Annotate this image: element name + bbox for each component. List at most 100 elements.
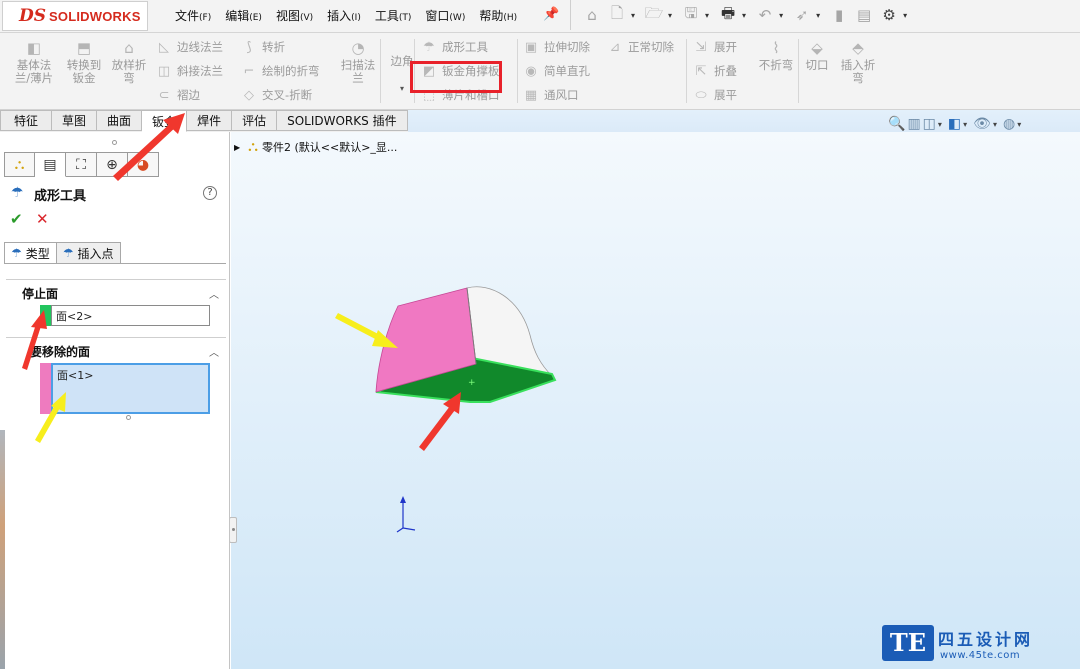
chevron-down-icon[interactable]: ▾ xyxy=(903,11,907,20)
tab-features[interactable]: 特征 xyxy=(0,110,52,131)
extruded-cut-icon: ▣ xyxy=(522,40,540,55)
edge-flange-button[interactable]: ◺边线法兰 xyxy=(155,37,223,57)
select-cursor-icon[interactable]: ➶ xyxy=(791,4,813,26)
ribbon-separator xyxy=(686,39,687,103)
title-bar: DS SOLIDWORKS 文件(F) 编辑(E) 视图(V) 插入(I) 工具… xyxy=(0,0,1080,33)
watermark-url: www.45te.com xyxy=(940,650,1020,661)
cancel-x-icon[interactable]: ✕ xyxy=(36,210,49,228)
chevron-down-icon[interactable]: ▾ xyxy=(816,11,820,20)
forming-tool-button[interactable]: ☂成形工具 xyxy=(420,37,488,57)
pane-resize-handle[interactable] xyxy=(112,140,117,145)
simple-hole-button[interactable]: ◉简单直孔 xyxy=(522,61,590,81)
tab-sketch[interactable]: 草图 xyxy=(52,110,97,131)
group-divider xyxy=(6,279,226,280)
insert-bends-button[interactable]: ⬘插入折 弯 xyxy=(832,39,884,85)
origin-plus: + xyxy=(468,378,476,388)
hide-show-icon[interactable]: 👁 xyxy=(973,116,991,132)
chevron-down-icon[interactable]: ▾ xyxy=(779,11,783,20)
tab-surfaces[interactable]: 曲面 xyxy=(97,110,142,131)
expand-arrow-icon[interactable]: ▶ xyxy=(234,143,240,152)
menu-tools[interactable]: 工具(T) xyxy=(368,7,419,24)
ds-logo-mark: DS xyxy=(19,6,46,26)
featuremanager-tab[interactable]: ⛬ xyxy=(4,152,35,177)
propertymanager-tab[interactable]: ▤ xyxy=(35,152,66,177)
graphics-area[interactable]: + xyxy=(231,132,1080,669)
solidworks-logo[interactable]: DS SOLIDWORKS xyxy=(2,1,148,31)
zoom-to-fit-icon[interactable]: 🔍 xyxy=(888,116,905,132)
section-view-icon[interactable]: ▥ xyxy=(907,116,920,132)
jog-icon: ⟆ xyxy=(240,40,258,55)
fold-button[interactable]: ⇱折叠 xyxy=(692,61,737,81)
options-gear-icon[interactable]: ⚙ xyxy=(878,4,900,26)
tab-sheet-metal[interactable]: 钣金 xyxy=(142,110,187,132)
base-flange-icon: ◧ xyxy=(25,39,43,57)
feature-tree-root[interactable]: ▶ ⛬ 零件2 (默认<<默认>_显... xyxy=(234,139,397,155)
menu-window[interactable]: 窗口(W) xyxy=(418,7,472,24)
dimxpertmanager-tab[interactable]: ⊕ xyxy=(97,152,128,177)
print-icon[interactable]: 🖶 xyxy=(717,4,739,26)
lofted-bend-button[interactable]: ⌂放样折 弯 xyxy=(103,39,155,85)
lofted-bend-icon: ⌂ xyxy=(120,39,138,57)
sketched-bend-button[interactable]: ⌐绘制的折弯 xyxy=(240,61,320,81)
flatten-button[interactable]: ⬭展平 xyxy=(692,85,737,105)
displaymanager-tab[interactable]: ◕ xyxy=(128,152,159,177)
normal-cut-icon: ⊿ xyxy=(606,40,624,55)
miter-flange-button[interactable]: ◫斜接法兰 xyxy=(155,61,223,81)
chevron-down-icon[interactable]: ▾ xyxy=(668,11,672,20)
subtab-insert-point[interactable]: ☂插入点 xyxy=(57,242,121,264)
home-icon[interactable]: ⌂ xyxy=(581,4,603,26)
menu-help[interactable]: 帮助(H) xyxy=(472,7,524,24)
propertymanager-icon: ▤ xyxy=(43,157,56,173)
tab-evaluate[interactable]: 评估 xyxy=(232,110,277,131)
hem-button[interactable]: ⊂褶边 xyxy=(155,85,200,105)
watermark-site-name: 四五设计网 xyxy=(938,626,1033,650)
menu-edit[interactable]: 编辑(E) xyxy=(218,7,269,24)
chevron-down-icon[interactable]: ▾ xyxy=(1017,120,1021,129)
base-flange-button[interactable]: ◧基体法 兰/薄片 xyxy=(8,39,60,85)
ribbon-separator xyxy=(517,39,518,103)
rebuild-icon[interactable]: ▮ xyxy=(828,4,850,26)
vent-icon: ▦ xyxy=(522,88,540,103)
chevron-down-icon[interactable]: ▾ xyxy=(963,120,967,129)
chevron-down-icon[interactable]: ▾ xyxy=(631,11,635,20)
ok-checkmark-icon[interactable]: ✔ xyxy=(10,210,23,228)
chevron-down-icon[interactable]: ▾ xyxy=(705,11,709,20)
file-properties-icon[interactable]: ▤ xyxy=(853,4,875,26)
vent-button[interactable]: ▦通风口 xyxy=(522,85,579,105)
cross-break-button[interactable]: ◇交叉-折断 xyxy=(240,85,312,105)
chevron-down-icon[interactable]: ▾ xyxy=(742,11,746,20)
undo-icon[interactable]: ↶ xyxy=(754,4,776,26)
configurationmanager-tab[interactable]: ⛶ xyxy=(66,152,97,177)
unfold-button[interactable]: ⇲展开 xyxy=(692,37,737,57)
display-style-icon[interactable]: ◧ xyxy=(948,116,961,132)
normal-cut-button[interactable]: ⊿正常切除 xyxy=(606,37,674,57)
pane-splitter-handle[interactable] xyxy=(229,517,237,543)
stop-face-selection-box[interactable]: 面<2> xyxy=(51,305,210,326)
extruded-cut-button[interactable]: ▣拉伸切除 xyxy=(522,37,590,57)
jog-button[interactable]: ⟆转折 xyxy=(240,37,285,57)
faces-to-remove-selection-list[interactable]: 面<1> xyxy=(51,363,210,414)
quick-access-toolbar: ⌂ 🗋▾ 🗁▾ 🖫▾ 🖶▾ ↶▾ ➶▾ ▮ ▤ ⚙▾ xyxy=(570,0,912,30)
open-folder-icon[interactable]: 🗁 xyxy=(643,4,665,26)
collapse-up-icon[interactable]: ︿ xyxy=(209,344,219,359)
tab-addins[interactable]: SOLIDWORKS 插件 xyxy=(277,110,407,131)
help-icon[interactable]: ? xyxy=(203,186,217,200)
collapse-up-icon[interactable]: ︿ xyxy=(209,286,219,301)
menu-view[interactable]: 视图(V) xyxy=(269,7,320,24)
save-icon[interactable]: 🖫 xyxy=(680,4,702,26)
chevron-down-icon[interactable]: ▾ xyxy=(938,120,942,129)
menu-file[interactable]: 文件(F) xyxy=(168,7,218,24)
triad-x-axis xyxy=(403,528,415,530)
appearance-icon[interactable]: ◍ xyxy=(1003,116,1015,132)
subtab-type[interactable]: ☂类型 xyxy=(4,242,57,264)
view-orientation-icon[interactable]: ◫ xyxy=(923,116,936,132)
unfold-icon: ⇲ xyxy=(692,40,710,55)
menu-insert[interactable]: 插入(I) xyxy=(320,7,368,24)
pin-icon[interactable]: 📌 xyxy=(543,7,559,22)
new-document-icon[interactable]: 🗋 xyxy=(606,4,628,26)
simple-hole-icon: ◉ xyxy=(522,64,540,79)
configurationmanager-icon: ⛶ xyxy=(76,157,86,173)
tab-weldments[interactable]: 焊件 xyxy=(187,110,232,131)
chevron-down-icon[interactable]: ▾ xyxy=(993,120,997,129)
list-resize-handle[interactable] xyxy=(126,415,131,420)
